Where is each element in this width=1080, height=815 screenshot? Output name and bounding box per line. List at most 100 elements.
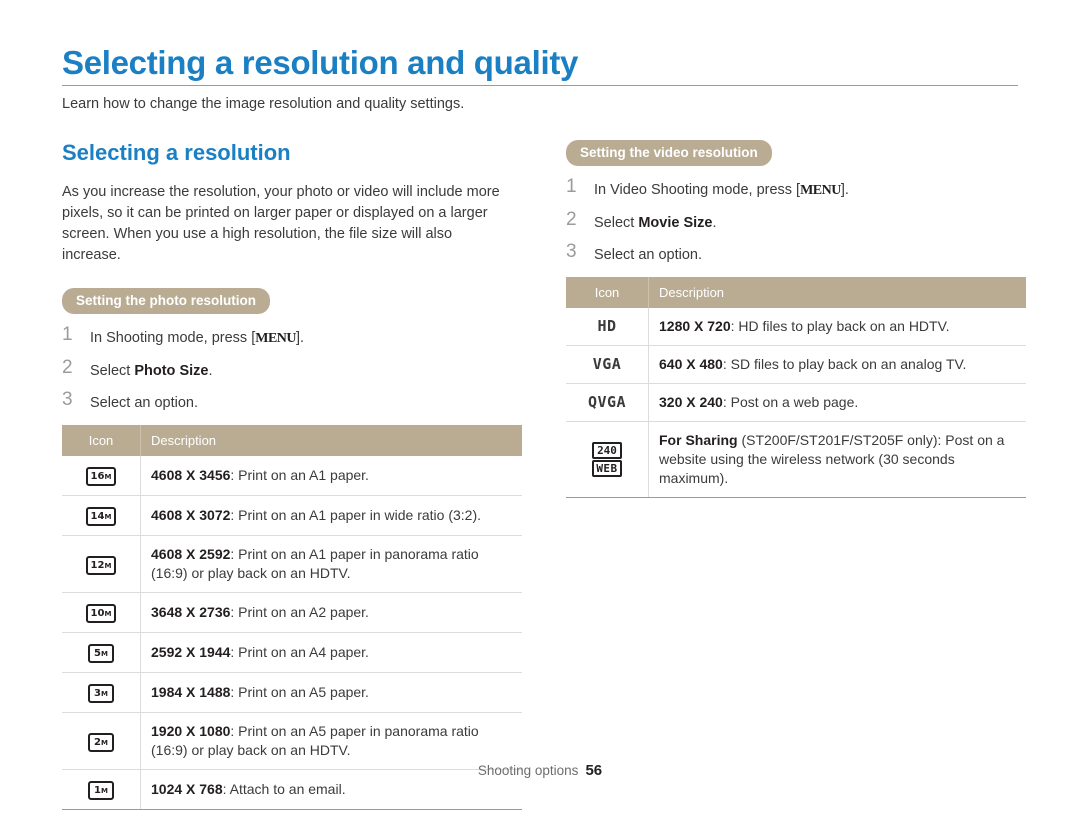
resolution-3m-icon: 3M xyxy=(88,684,114,703)
resolution-value: 2592 X 1944 xyxy=(151,644,231,660)
subsection-video-resolution-pill: Setting the video resolution xyxy=(566,140,772,166)
resolution-description-cell: 2592 X 1944: Print on an A4 paper. xyxy=(140,632,522,673)
step-text: Select xyxy=(90,363,135,379)
resolution-14m-icon: 14M xyxy=(85,507,117,526)
resolution-icon-cell: 16M xyxy=(62,456,141,496)
menu-icon: MENU xyxy=(255,331,297,346)
resolution-desc: : Print on an A1 paper in wide ratio (3:… xyxy=(230,507,481,523)
section-body-resolution: As you increase the resolution, your pho… xyxy=(62,184,500,263)
video-resolution-table: Icon Description HD 1280 X 720: HD files… xyxy=(566,277,1026,498)
resolution-description-cell: 1984 X 1488: Print on an A5 paper. xyxy=(140,672,522,713)
video-240web-icon-top: 240 xyxy=(592,442,622,459)
title-divider xyxy=(62,85,1018,86)
video-value: 640 X 480 xyxy=(659,356,723,372)
video-value: 320 X 240 xyxy=(659,394,723,410)
step-number: 2 xyxy=(566,209,577,230)
step-number: 1 xyxy=(62,324,73,345)
resolution-desc: : Attach to an email. xyxy=(222,781,346,797)
list-item: 2 Select Photo Size. xyxy=(62,357,522,381)
video-qvga-icon: QVGA xyxy=(587,393,627,411)
step-number: 3 xyxy=(566,241,577,262)
resolution-description-cell: 1920 X 1080: Print on an A5 paper in pan… xyxy=(140,712,522,770)
resolution-2m-icon: 2M xyxy=(88,732,114,752)
step-text: In Video Shooting mode, press [ xyxy=(594,182,801,198)
document-page: Selecting a resolution and quality Learn… xyxy=(0,0,1080,815)
resolution-value: 4608 X 3456 xyxy=(151,467,231,483)
resolution-10m-icon: 10M xyxy=(85,604,117,623)
table-row: 2M 1920 X 1080: Print on an A5 paper in … xyxy=(62,712,522,770)
video-icon-cell: HD xyxy=(566,308,649,346)
video-icon-cell: QVGA xyxy=(566,383,649,422)
page-number: 56 xyxy=(585,762,603,779)
step-text: Select xyxy=(594,215,639,231)
resolution-desc: : Print on an A1 paper. xyxy=(230,467,369,483)
step-number: 2 xyxy=(62,357,73,378)
video-description-cell: 1280 X 720: HD files to play back on an … xyxy=(648,308,1026,346)
resolution-description-cell: 4608 X 2592: Print on an A1 paper in pan… xyxy=(140,535,522,593)
resolution-12m-icon: 12M xyxy=(85,555,117,575)
step-number: 3 xyxy=(62,389,73,410)
table-row: 5M 2592 X 1944: Print on an A4 paper. xyxy=(62,632,522,673)
table-row: 14M 4608 X 3072: Print on an A1 paper in… xyxy=(62,495,522,536)
resolution-icon-cell: 14M xyxy=(62,495,141,536)
video-description-cell: 320 X 240: Post on a web page. xyxy=(648,383,1026,422)
right-column: Setting the video resolution 1 In Video … xyxy=(566,140,1026,498)
resolution-value: 1984 X 1488 xyxy=(151,684,231,700)
page-footer: Shooting options 56 xyxy=(0,762,1080,779)
page-intro: Learn how to change the image resolution… xyxy=(62,96,465,112)
step-text-post: . xyxy=(712,215,717,231)
resolution-icon-cell: 3M xyxy=(62,672,141,713)
resolution-value: 1920 X 1080 xyxy=(151,723,231,739)
video-240web-icon: 240 WEB xyxy=(592,442,622,477)
resolution-desc: : Print on an A2 paper. xyxy=(230,604,369,620)
resolution-value: 3648 X 2736 xyxy=(151,604,231,620)
table-header-icon: Icon xyxy=(566,277,649,308)
table-header-row: Icon Description xyxy=(566,277,1026,308)
step-number: 1 xyxy=(566,176,577,197)
video-description-cell: 640 X 480: SD files to play back on an a… xyxy=(648,345,1026,384)
table-row: 240 WEB For Sharing (ST200F/ST201F/ST205… xyxy=(566,421,1026,498)
list-item: 3 Select an option. xyxy=(62,389,522,413)
table-row: 3M 1984 X 1488: Print on an A5 paper. xyxy=(62,672,522,713)
resolution-16m-icon: 16M xyxy=(85,467,117,486)
step-emphasis: Movie Size xyxy=(638,215,713,231)
video-desc: : HD files to play back on an HDTV. xyxy=(730,318,950,334)
table-row: HD 1280 X 720: HD files to play back on … xyxy=(566,308,1026,346)
video-steps-list: 1 In Video Shooting mode, press [MENU]. … xyxy=(566,176,1026,265)
footer-section-label: Shooting options xyxy=(477,763,579,778)
table-row: 16M 4608 X 3456: Print on an A1 paper. xyxy=(62,456,522,496)
table-row: VGA 640 X 480: SD files to play back on … xyxy=(566,345,1026,384)
resolution-description-cell: 4608 X 3456: Print on an A1 paper. xyxy=(140,456,522,496)
photo-steps-list: 1 In Shooting mode, press [MENU]. 2 Sele… xyxy=(62,324,522,413)
step-text: In Shooting mode, press [ xyxy=(90,330,256,346)
list-item: 3 Select an option. xyxy=(566,241,1026,265)
resolution-value: 4608 X 3072 xyxy=(151,507,231,523)
resolution-1m-icon: 1M xyxy=(88,781,114,800)
video-icon-cell: 240 WEB xyxy=(566,421,649,498)
resolution-icon-cell: 12M xyxy=(62,535,141,593)
step-text: Select an option. xyxy=(594,247,703,263)
page-title: Selecting a resolution and quality xyxy=(62,44,579,81)
resolution-icon-cell: 10M xyxy=(62,592,141,633)
resolution-description-cell: 3648 X 2736: Print on an A2 paper. xyxy=(140,592,522,633)
video-desc: : SD files to play back on an analog TV. xyxy=(722,356,967,372)
table-row: QVGA 320 X 240: Post on a web page. xyxy=(566,383,1026,422)
section-heading-resolution: Selecting a resolution xyxy=(62,140,291,165)
menu-icon: MENU xyxy=(800,183,841,198)
resolution-value: 4608 X 2592 xyxy=(151,546,231,562)
resolution-5m-icon: 5M xyxy=(88,644,114,663)
subsection-photo-resolution-pill: Setting the photo resolution xyxy=(62,288,270,314)
video-240web-icon-bottom: WEB xyxy=(592,460,622,477)
list-item: 1 In Video Shooting mode, press [MENU]. xyxy=(566,176,1026,201)
list-item: 2 Select Movie Size. xyxy=(566,209,1026,233)
left-column: Selecting a resolution As you increase t… xyxy=(62,140,522,810)
resolution-icon-cell: 2M xyxy=(62,712,141,770)
video-desc: : Post on a web page. xyxy=(722,394,859,410)
table-header-description: Description xyxy=(140,425,522,456)
resolution-description-cell: 4608 X 3072: Print on an A1 paper in wid… xyxy=(140,495,522,536)
video-hd-icon: HD xyxy=(597,317,617,335)
step-text-post: ]. xyxy=(296,330,305,346)
step-text: Select an option. xyxy=(90,395,199,411)
resolution-desc: : Print on an A4 paper. xyxy=(230,644,369,660)
step-text-post: ]. xyxy=(840,182,849,198)
